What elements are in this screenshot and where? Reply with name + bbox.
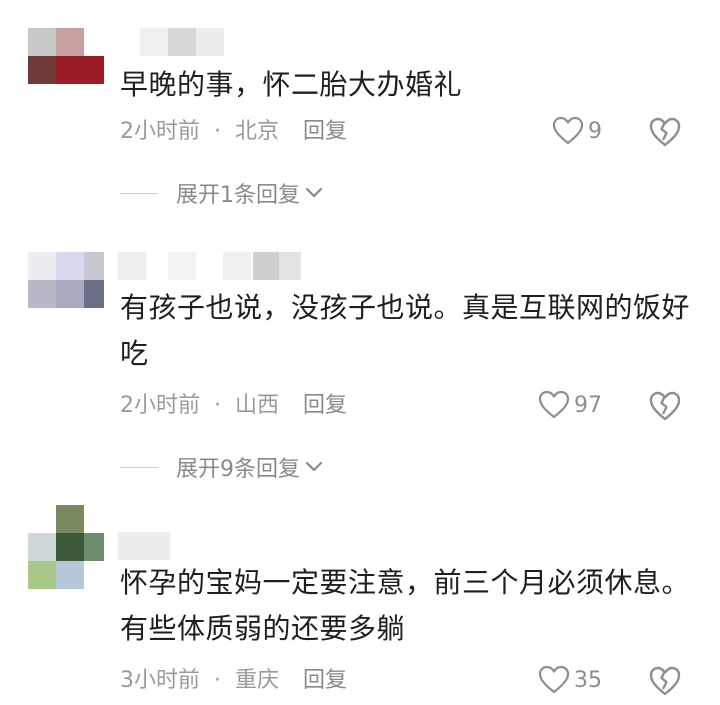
username[interactable] (118, 532, 178, 560)
username[interactable] (118, 28, 228, 56)
heart-outline-icon (538, 665, 570, 694)
comment-meta: 3小时前 · 重庆 回复 (120, 666, 347, 696)
broken-heart-icon (649, 391, 681, 421)
expand-replies[interactable]: 展开9条回复 (120, 451, 324, 483)
like-button[interactable]: 9 (552, 116, 602, 146)
comment-meta: 2小时前 · 山西 回复 (120, 391, 347, 421)
expand-replies-label: 展开1条回复 (176, 183, 300, 208)
broken-heart-icon (649, 666, 681, 696)
expand-replies-label: 展开9条回复 (176, 457, 300, 482)
dislike-button[interactable] (648, 390, 682, 426)
avatar[interactable] (28, 252, 104, 308)
avatar[interactable] (28, 28, 104, 84)
separator-dot: · (214, 119, 221, 144)
like-count: 35 (574, 667, 602, 693)
comment-time: 2小时前 (120, 119, 200, 144)
separator-dot: · (214, 393, 221, 418)
broken-heart-icon (649, 117, 681, 147)
chevron-down-icon (305, 461, 323, 472)
comment-time: 3小时前 (120, 668, 200, 693)
avatar[interactable] (28, 505, 104, 589)
comment-text: 怀孕的宝妈一定要注意，前三个月必须休息。有些体质弱的还要多躺 (120, 566, 691, 645)
heart-outline-icon (552, 116, 584, 145)
like-button[interactable]: 97 (538, 390, 602, 420)
dislike-button[interactable] (648, 665, 682, 701)
divider-line (120, 192, 158, 194)
like-count: 9 (588, 118, 602, 144)
comment-location: 重庆 (235, 668, 280, 693)
separator-dot: · (214, 668, 221, 693)
dislike-button[interactable] (648, 116, 682, 152)
comment-location: 山西 (235, 393, 280, 418)
comment-time: 2小时前 (120, 393, 200, 418)
expand-replies[interactable]: 展开1条回复 (120, 177, 324, 209)
like-button[interactable]: 35 (538, 665, 602, 695)
reply-button[interactable]: 回复 (303, 393, 347, 418)
chevron-down-icon (305, 187, 323, 198)
username[interactable] (118, 252, 318, 280)
comment-text: 有孩子也说，没孩子也说。真是互联网的饭好吃 (120, 291, 691, 370)
reply-button[interactable]: 回复 (303, 668, 347, 693)
divider-line (120, 466, 158, 468)
comment-meta: 2小时前 · 北京 回复 (120, 117, 347, 147)
reply-button[interactable]: 回复 (303, 119, 347, 144)
comment-text: 早晚的事，怀二胎大办婚礼 (120, 68, 463, 101)
like-count: 97 (574, 392, 602, 418)
heart-outline-icon (538, 390, 570, 419)
comment-location: 北京 (235, 119, 280, 144)
